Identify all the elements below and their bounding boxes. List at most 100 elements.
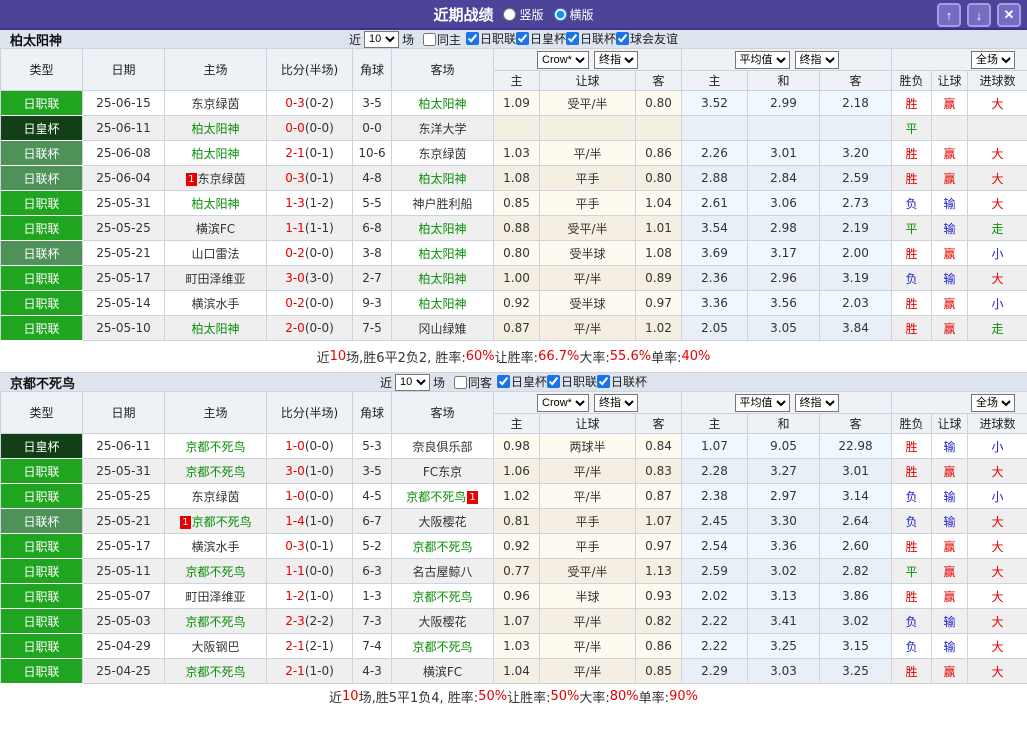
europe-odds-cell: 2.84 xyxy=(747,165,820,191)
league-type-cell: 日职联 xyxy=(0,658,83,684)
close-button[interactable]: ✕ xyxy=(997,3,1021,27)
league-checkbox[interactable] xyxy=(547,375,561,388)
home-team-cell: 町田泽维亚 xyxy=(164,265,267,291)
league-checkbox[interactable] xyxy=(566,32,580,45)
league-checkbox[interactable] xyxy=(516,32,529,45)
handicap-odds-cell: 0.77 xyxy=(493,558,540,584)
league-filter[interactable]: 日联杯 xyxy=(597,373,647,390)
summary-text: 50% xyxy=(550,688,580,704)
handicap-result-cell: 赢 xyxy=(931,558,968,584)
handicap-odds-cell: 受半球 xyxy=(539,290,636,316)
date-cell: 25-05-03 xyxy=(82,608,165,634)
fulltime-select[interactable]: 全场 xyxy=(971,50,1015,69)
home-team-cell: 1 京都不死鸟 xyxy=(164,508,267,534)
avg-stage-select[interactable]: 终指 xyxy=(794,50,839,69)
horizontal-radio[interactable] xyxy=(553,7,567,21)
goals-result-cell: 走 xyxy=(967,315,1027,341)
league-type-cell: 日职联 xyxy=(0,190,83,216)
fulltime-score: 2-0 xyxy=(285,321,305,335)
league-type-cell: 日职联 xyxy=(0,583,83,609)
match-count-select[interactable]: 10 xyxy=(394,373,430,391)
col-avg-draw: 和 xyxy=(747,413,820,434)
handicap-odds-cell: 0.93 xyxy=(635,583,682,609)
col-handicap-result: 让球 xyxy=(931,70,968,91)
same-venue-filter[interactable]: 同主 xyxy=(422,31,461,48)
same-venue-checkbox[interactable] xyxy=(453,375,467,389)
team-name-text: 神户胜利船 xyxy=(412,196,473,211)
odds-stage-select[interactable]: 终指 xyxy=(594,50,638,69)
score-cell: 1-0(0-0) xyxy=(266,433,353,459)
col-avg-home: 主 xyxy=(681,70,748,91)
col-date: 日期 xyxy=(82,391,165,434)
matches-table: 类型 日期 主场 比分(半场) 角球 客场 Crow* 终指 平均值 终指 全场… xyxy=(0,391,1027,684)
corner-cell: 5-3 xyxy=(352,433,392,459)
europe-odds-cell: 3.19 xyxy=(819,265,892,291)
score-cell: 2-0(0-0) xyxy=(266,315,353,341)
handicap-result-cell: 赢 xyxy=(931,583,968,609)
layout-horizontal-option[interactable]: 横版 xyxy=(553,6,594,23)
same-venue-filter[interactable]: 同客 xyxy=(453,374,492,391)
match-row: 日职联 25-05-03 京都不死鸟 2-3(2-2) 7-3 大阪樱花 1.07 平/半 0.… xyxy=(0,608,1027,634)
europe-odds-cell: 2.88 xyxy=(681,165,748,191)
avg-provider-select[interactable]: 平均值 xyxy=(734,50,790,69)
league-type-cell: 日职联 xyxy=(0,215,83,241)
handicap-odds-cell: 平/半 xyxy=(539,658,636,684)
match-row: 日联杯 25-06-08 柏太阳神 2-1(0-1) 10-6 东京绿茵 1.03 平/半 0.… xyxy=(0,140,1027,166)
home-team-cell: 大阪钢巴 xyxy=(164,633,267,659)
corner-cell: 6-7 xyxy=(352,508,392,534)
league-filter[interactable]: 日职联 xyxy=(465,30,516,47)
handicap-result-cell: 赢 xyxy=(931,290,968,316)
team-name: 京都不死鸟 xyxy=(10,376,76,392)
league-filter[interactable]: 日皇杯 xyxy=(497,373,547,390)
odds-provider-select[interactable]: Crow* xyxy=(537,393,589,412)
handicap-odds-cell: 平手 xyxy=(539,165,636,191)
result-cell: 负 xyxy=(891,608,932,634)
away-team-cell: 东京绿茵 xyxy=(391,140,494,166)
corner-cell: 3-5 xyxy=(352,90,392,116)
league-filter[interactable]: 日职联 xyxy=(547,373,597,390)
date-cell: 25-06-11 xyxy=(82,115,165,141)
corner-cell: 6-8 xyxy=(352,215,392,241)
league-checkbox[interactable] xyxy=(597,375,611,388)
odds-stage-select[interactable]: 终指 xyxy=(594,393,638,412)
team-section: 柏太阳神 近 10 场 同主 日职联日皇杯日联杯球会友谊 类型 日期 主场 xyxy=(0,30,1027,373)
avg-provider-select[interactable]: 平均值 xyxy=(734,393,790,412)
corner-cell: 7-4 xyxy=(352,633,392,659)
score-cell: 0-0(0-0) xyxy=(266,115,353,141)
result-cell: 负 xyxy=(891,508,932,534)
team-name-text: 京都不死鸟 xyxy=(185,664,246,679)
league-filter[interactable]: 日联杯 xyxy=(566,30,616,47)
handicap-odds-cell: 0.96 xyxy=(493,583,540,609)
europe-odds-cell: 2.61 xyxy=(681,190,748,216)
away-team-cell: 神户胜利船 xyxy=(391,190,494,216)
league-checkbox[interactable] xyxy=(616,32,630,45)
league-filter[interactable]: 日皇杯 xyxy=(516,30,566,47)
match-count-select[interactable]: 10 xyxy=(363,30,399,48)
result-cell: 平 xyxy=(891,115,932,141)
halftime-score: (0-1) xyxy=(304,146,334,160)
same-venue-checkbox[interactable] xyxy=(422,32,436,46)
europe-odds-cell xyxy=(747,115,820,141)
team-name-text: 京都不死鸟 xyxy=(185,464,246,479)
vertical-radio[interactable] xyxy=(503,7,517,21)
fulltime-select[interactable]: 全场 xyxy=(971,393,1015,412)
match-row: 日职联 25-05-17 町田泽维亚 3-0(3-0) 2-7 柏太阳神 1.00 平/半 0.… xyxy=(0,265,1027,291)
halftime-score: (1-0) xyxy=(304,589,334,603)
title-buttons: ↑ ↓ ✕ xyxy=(937,3,1021,27)
match-row: 日联杯 25-05-21 山口雷法 0-2(0-0) 3-8 柏太阳神 0.80 受半球 1.0… xyxy=(0,240,1027,266)
summary-text: 90% xyxy=(669,688,698,704)
summary-text: 大率: xyxy=(579,351,610,366)
league-filter[interactable]: 球会友谊 xyxy=(616,30,678,47)
fulltime-score: 3-0 xyxy=(285,271,305,285)
layout-vertical-option[interactable]: 竖版 xyxy=(503,6,544,23)
scroll-down-button[interactable]: ↓ xyxy=(967,3,991,27)
league-type-cell: 日职联 xyxy=(0,533,83,559)
europe-odds-cell: 2.02 xyxy=(681,583,748,609)
odds-provider-select[interactable]: Crow* xyxy=(537,50,589,69)
avg-stage-select[interactable]: 终指 xyxy=(794,393,839,412)
league-checkbox[interactable] xyxy=(465,32,479,45)
score-cell: 1-4(1-0) xyxy=(266,508,353,534)
col-odds-away: 客 xyxy=(635,70,682,91)
scroll-up-button[interactable]: ↑ xyxy=(937,3,961,27)
league-checkbox[interactable] xyxy=(497,375,510,388)
